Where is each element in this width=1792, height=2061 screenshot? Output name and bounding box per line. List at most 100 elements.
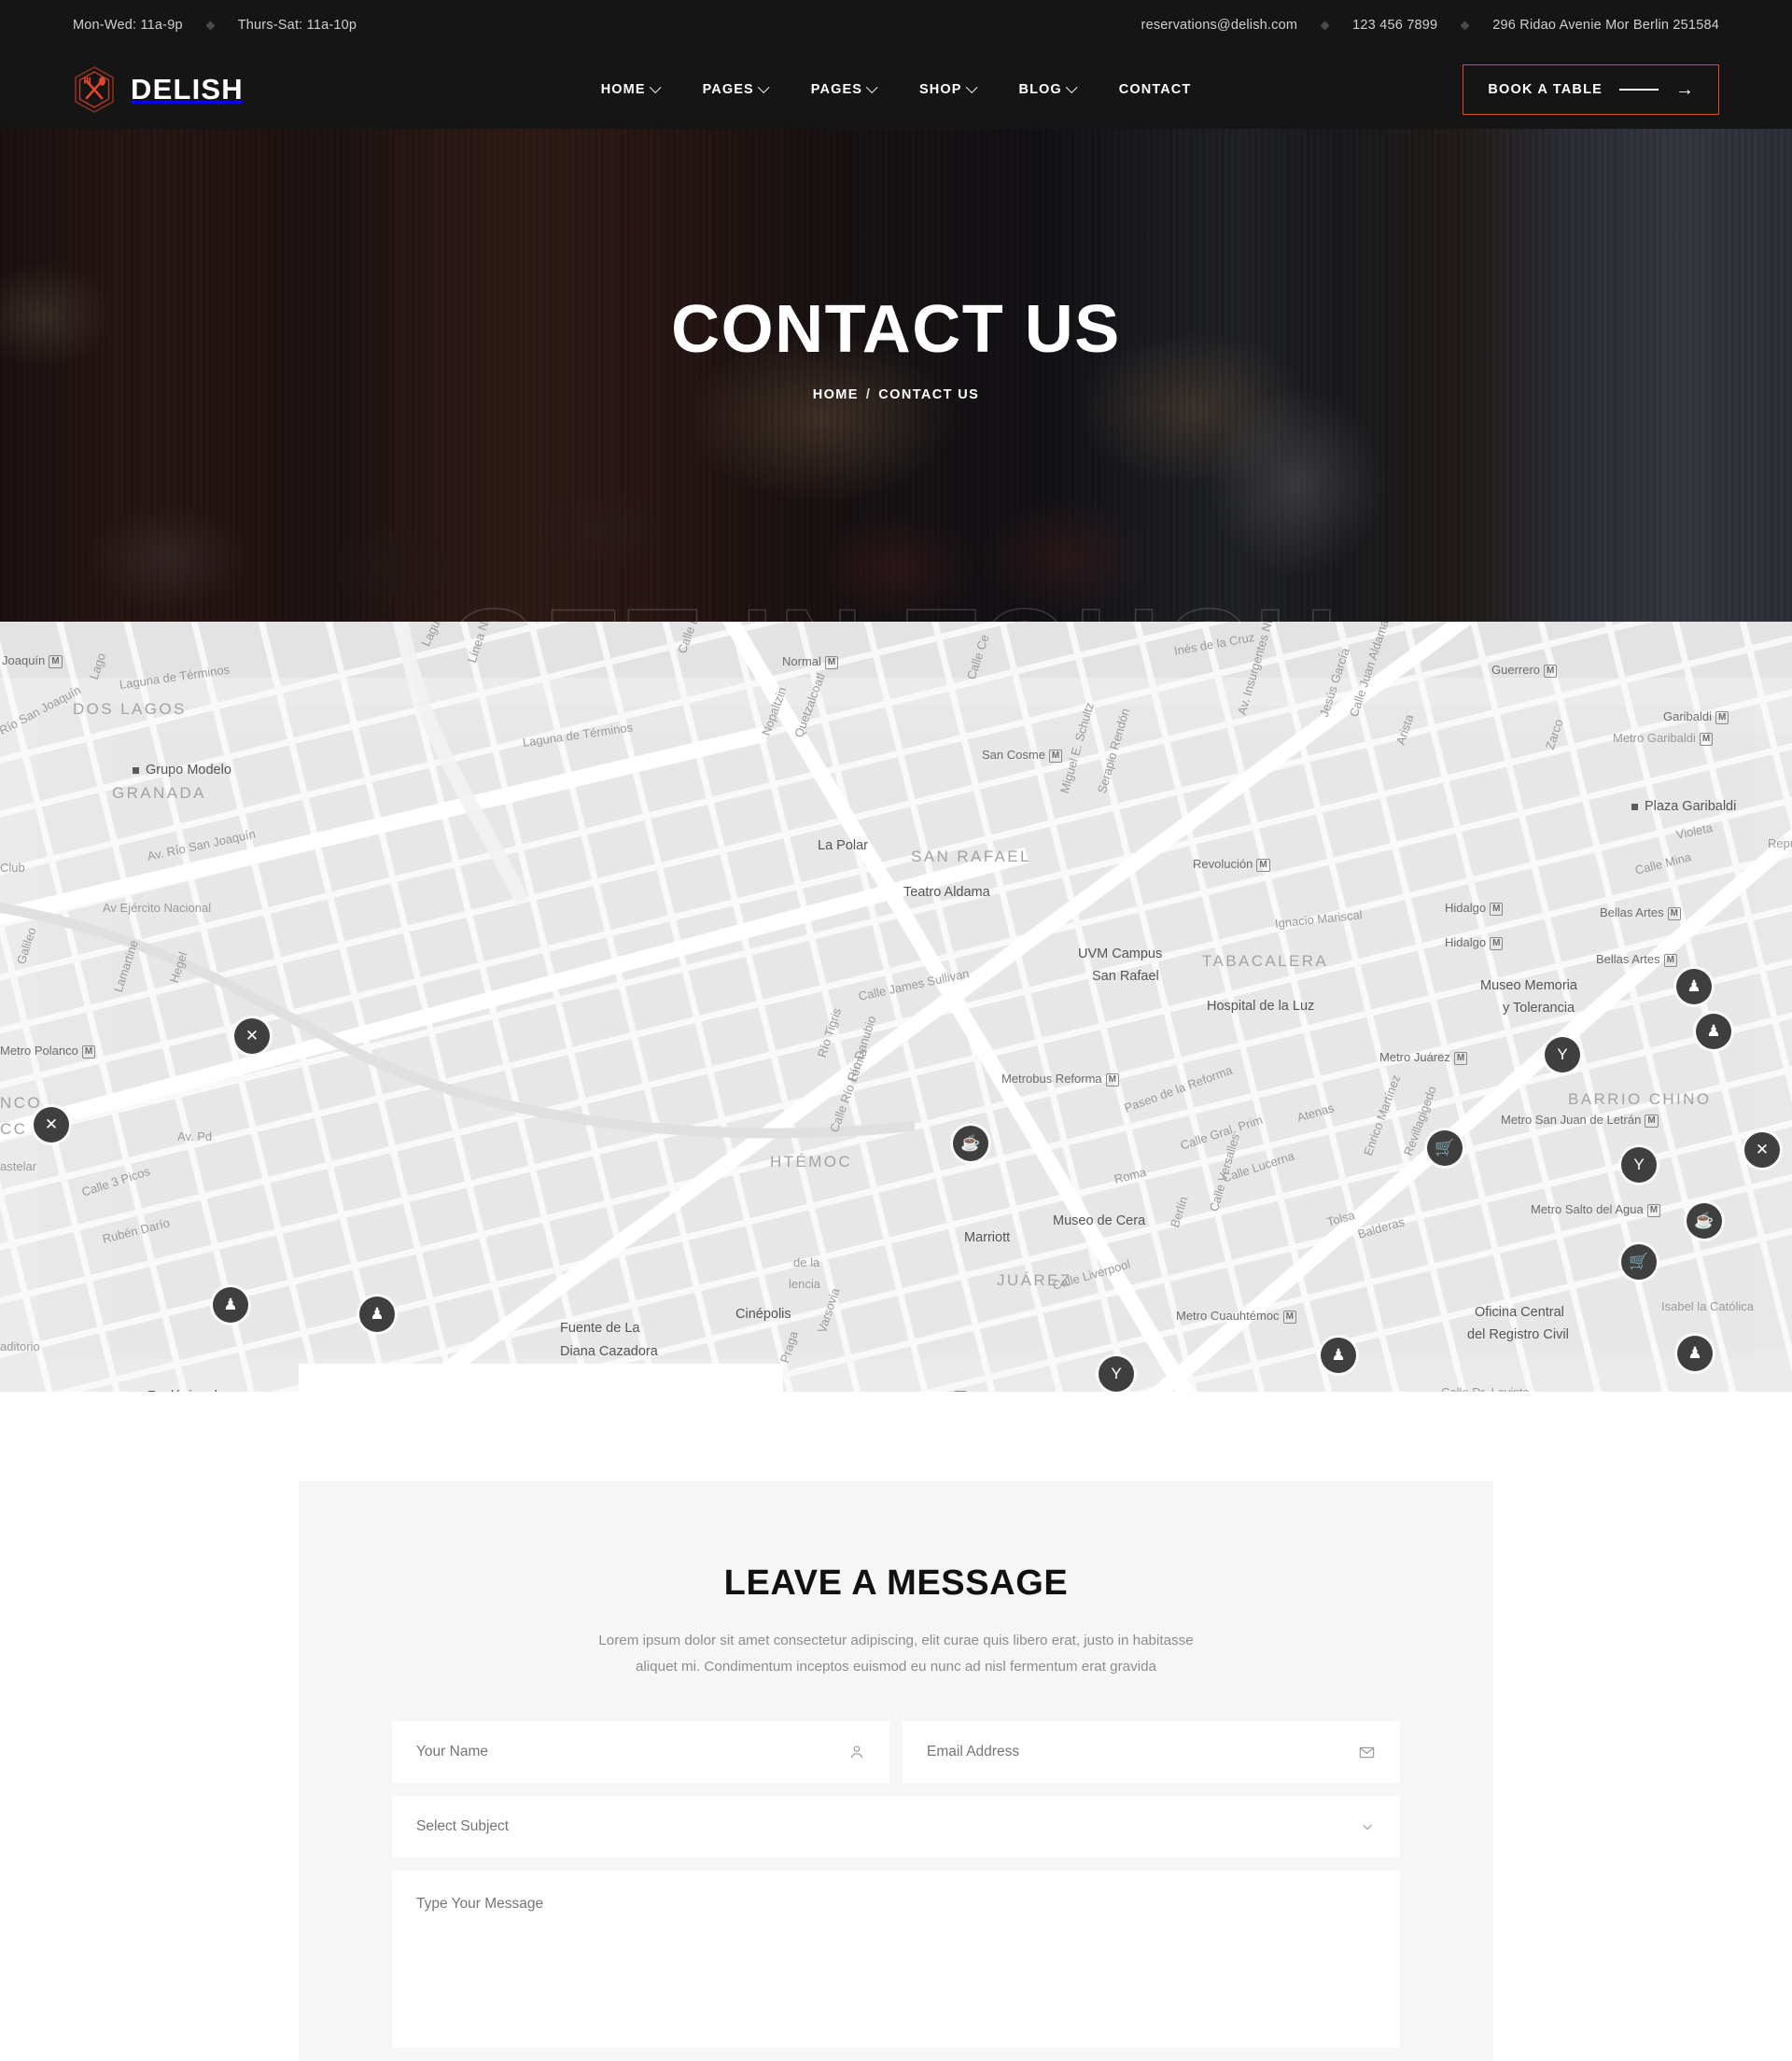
nav-label: CONTACT (1118, 82, 1192, 97)
map-label: Garibaldi M (1663, 709, 1729, 724)
chevron-down-icon (965, 80, 978, 93)
map-label: InsurgentesM (887, 1389, 968, 1392)
map-poi-pin[interactable]: ✕ (1744, 1132, 1780, 1168)
map-poi-pin[interactable]: Y (1099, 1356, 1134, 1392)
map-poi-pin[interactable]: 🛒 (1621, 1244, 1657, 1280)
map-poi-pin[interactable]: ☕ (953, 1126, 988, 1161)
map-label: Metro Polanco M (0, 1044, 96, 1059)
chevron-down-icon[interactable] (1359, 1818, 1376, 1835)
map-label: Joaquín M (2, 653, 63, 668)
map-label: GRANADA (112, 784, 206, 802)
map-label: astelar (0, 1159, 37, 1173)
map-poi-pin[interactable]: ♟ (1696, 1014, 1731, 1049)
hours-weekday: Mon-Wed: 11a-9p (73, 18, 183, 33)
subject-field-wrapper[interactable] (392, 1796, 1400, 1858)
message-field-wrapper[interactable] (392, 1871, 1400, 2049)
map-poi-pin[interactable]: ✕ (234, 1018, 270, 1054)
nav-item-blog[interactable]: BLOG (998, 73, 1098, 106)
map-label: Metro San Juan de Letrán M (1501, 1113, 1659, 1128)
metro-station-icon: M (1105, 1073, 1119, 1087)
chevron-down-icon (649, 80, 662, 93)
map-label: y Tolerancia (1503, 1001, 1575, 1016)
nav-label: PAGES (702, 82, 754, 97)
contact-map-section[interactable]: Joaquín M Lago Laguna de Términos DOS LAGOS L… (0, 622, 1792, 1392)
map-poi-pin[interactable]: ♟ (213, 1287, 248, 1323)
message-textarea[interactable] (416, 1893, 1376, 2025)
metro-station-icon: M (1663, 953, 1677, 967)
map-poi-pin[interactable]: ☕ (1687, 1203, 1722, 1239)
map-label: HTÉMOC (770, 1153, 853, 1171)
map-label: SAN RAFAEL (911, 848, 1031, 865)
chevron-down-icon (1065, 80, 1078, 93)
email-input[interactable] (927, 1744, 1376, 1761)
contact-phone[interactable]: 123 456 7899 (1352, 18, 1437, 33)
map-label: Museo de Cera (1053, 1213, 1146, 1228)
chevron-down-icon (757, 80, 770, 93)
map-poi-pin[interactable]: ♟ (1676, 969, 1712, 1004)
map-label: de la (793, 1255, 820, 1269)
breadcrumb-home[interactable]: HOME (813, 387, 859, 402)
map-label: NCO (0, 1094, 42, 1112)
map-label: Oficina Central (1475, 1305, 1564, 1320)
map-label: Grupo Modelo (133, 763, 231, 778)
map-label: Normal M (782, 654, 839, 669)
nav-item-shop[interactable]: SHOP (898, 73, 998, 106)
nav-label: HOME (600, 82, 646, 97)
subject-select[interactable] (416, 1818, 1376, 1836)
map-poi-pin[interactable]: ✕ (34, 1107, 69, 1143)
message-subtitle: Lorem ipsum dolor sit amet consectetur a… (598, 1633, 1194, 1675)
map-label: Revolución M (1193, 857, 1270, 872)
map-label: BARRIO CHINO (1568, 1090, 1712, 1108)
map-label: Metrobus Reforma M (1001, 1072, 1119, 1087)
metro-station-icon: M (1048, 749, 1063, 763)
map-label: aditorio (0, 1339, 40, 1353)
map-poi-pin[interactable]: Y (1621, 1147, 1657, 1183)
top-bar-right: reservations@delish.com 123 456 7899 296… (1141, 18, 1719, 33)
form-row-message (392, 1871, 1400, 2049)
metro-station-icon: M (1256, 858, 1270, 872)
nav-label: SHOP (919, 82, 962, 97)
map-poi-pin[interactable]: ♟ (1677, 1336, 1713, 1371)
book-a-table-label: BOOK A TABLE (1488, 82, 1603, 97)
metro-station-icon: M (49, 654, 63, 668)
arrow-right-icon: → (1675, 79, 1694, 100)
contact-email[interactable]: reservations@delish.com (1141, 18, 1298, 33)
map-label: Club (0, 861, 25, 875)
map-poi-pin[interactable]: ♟ (1321, 1338, 1356, 1373)
nav-item-home[interactable]: HOME (580, 73, 681, 106)
map-label: Bellas Artes M (1600, 905, 1681, 920)
nav-item-contact[interactable]: CONTACT (1098, 73, 1213, 106)
email-field-wrapper[interactable] (903, 1721, 1400, 1784)
brand-name: DELISH (131, 73, 244, 105)
map-label: Hidalgo M (1445, 901, 1504, 916)
map-label: Isabel la Católica (1661, 1299, 1754, 1313)
map-poi-pin[interactable]: ♟ (359, 1297, 395, 1332)
chevron-down-icon (866, 80, 878, 93)
map-label: Av Ejército Nacional (103, 901, 212, 915)
map-poi-pin[interactable]: 🛒 (1427, 1130, 1463, 1166)
map-label: DOS LAGOS (73, 700, 187, 718)
map-label: UVM Campus (1078, 946, 1163, 961)
metro-station-icon: M (1490, 936, 1504, 950)
map-label: Metro Juárez M (1379, 1050, 1468, 1065)
metro-station-icon: M (953, 1390, 968, 1392)
top-bar: Mon-Wed: 11a-9p Thurs-Sat: 11a-10p reser… (0, 0, 1792, 50)
brand-logo[interactable]: DELISH (73, 65, 244, 114)
page-title: CONTACT US (671, 292, 1121, 367)
map-label: Av. Pd (177, 1129, 213, 1143)
nav-item-pages-1[interactable]: PAGES (681, 73, 790, 106)
map-label: Metro Garibaldi M (1613, 731, 1714, 746)
map-label: San Rafael (1092, 969, 1159, 984)
map-poi-pin[interactable]: Y (1545, 1037, 1580, 1073)
nav-item-pages-2[interactable]: PAGES (790, 73, 898, 106)
map-label: Guerrero M (1491, 663, 1558, 678)
book-a-table-button[interactable]: BOOK A TABLE → (1463, 64, 1719, 115)
name-field-wrapper[interactable] (392, 1721, 889, 1784)
map-label: Zoológico de (147, 1389, 225, 1392)
main-navigation: HOME PAGES PAGES SHOP BLOG CONTACT (580, 73, 1213, 106)
map-label: del Registro Civil (1467, 1327, 1569, 1342)
metro-station-icon: M (1282, 1310, 1296, 1324)
metro-station-icon: M (1646, 1203, 1661, 1217)
message-panel: LEAVE A MESSAGE Lorem ipsum dolor sit am… (299, 1481, 1493, 2061)
name-input[interactable] (416, 1744, 865, 1761)
